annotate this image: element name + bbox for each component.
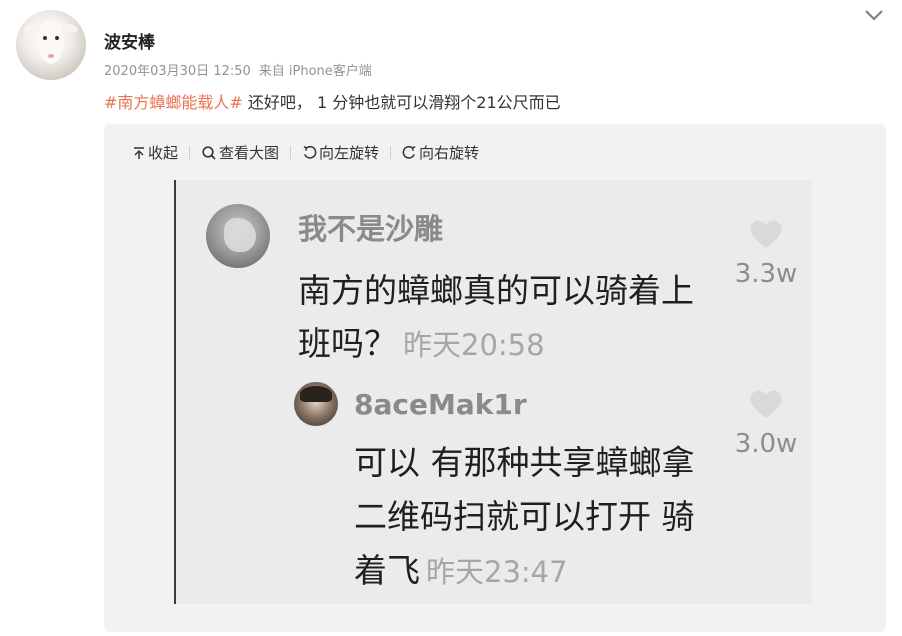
comment-time: 昨天20:58 xyxy=(403,328,545,362)
username[interactable]: 波安棒 xyxy=(104,28,155,53)
comment-text: 南方的蟑螂真的可以骑着上班吗？ 昨天20:58 xyxy=(298,264,718,372)
post-meta: 2020年03月30日 12:50 来自 iPhone客户端 xyxy=(104,60,380,79)
rotate-right-icon xyxy=(402,145,416,159)
magnifier-icon xyxy=(202,145,216,160)
commenter-avatar xyxy=(206,204,270,268)
post-source: 来自 iPhone客户端 xyxy=(258,64,372,79)
reply-avatar xyxy=(294,382,338,426)
comment-like: 3.3w xyxy=(726,218,806,289)
collapse-icon xyxy=(134,146,144,159)
toolbar-divider xyxy=(189,146,191,159)
post-date[interactable]: 2020年03月30日 12:50 xyxy=(104,64,251,79)
collapse-label: 收起 xyxy=(148,144,179,162)
reply-text: 可以 有那种共享蟑螂拿二维码扫就可以打开 骑着飞 昨天23:47 xyxy=(354,436,724,599)
image-toolbar: 收起 查看大图 向左旋转 向右旋转 xyxy=(132,142,479,163)
post-image[interactable]: 我不是沙雕 南方的蟑螂真的可以骑着上班吗？ 昨天20:58 3.3w 8aceMa… xyxy=(174,180,812,604)
reply-time: 昨天23:47 xyxy=(426,555,568,589)
view-large-label: 查看大图 xyxy=(219,144,280,162)
rotate-left-label: 向左旋转 xyxy=(319,144,380,162)
like-count: 3.3w xyxy=(734,259,798,289)
post-body: 还好吧， 1 分钟也就可以滑翔个21公尺而已 xyxy=(242,93,561,112)
toolbar-divider xyxy=(290,146,292,159)
rotate-right-button[interactable]: 向右旋转 xyxy=(402,142,479,163)
rotate-left-icon xyxy=(303,145,317,159)
like-count: 3.0w xyxy=(734,429,798,459)
heart-icon xyxy=(750,390,782,418)
chevron-down-icon[interactable] xyxy=(862,6,886,24)
reply-like: 3.0w xyxy=(726,388,806,459)
reply-name: 8aceMak1r xyxy=(354,388,527,421)
collapse-button[interactable]: 收起 xyxy=(132,142,178,163)
user-avatar[interactable] xyxy=(16,10,86,80)
post-text: #南方蟑螂能载人# 还好吧， 1 分钟也就可以滑翔个21公尺而已 xyxy=(104,89,561,113)
heart-icon xyxy=(750,220,782,248)
commenter-name: 我不是沙雕 xyxy=(298,212,444,246)
toolbar-divider xyxy=(390,146,392,159)
view-large-button[interactable]: 查看大图 xyxy=(201,142,279,163)
topic-link[interactable]: #南方蟑螂能载人# xyxy=(104,93,243,112)
rotate-left-button[interactable]: 向左旋转 xyxy=(302,142,379,163)
rotate-right-label: 向右旋转 xyxy=(419,144,480,162)
media-card: 收起 查看大图 向左旋转 向右旋转 我不是沙雕 南方的蟑螂真的可以骑着上班吗？ … xyxy=(104,124,886,632)
